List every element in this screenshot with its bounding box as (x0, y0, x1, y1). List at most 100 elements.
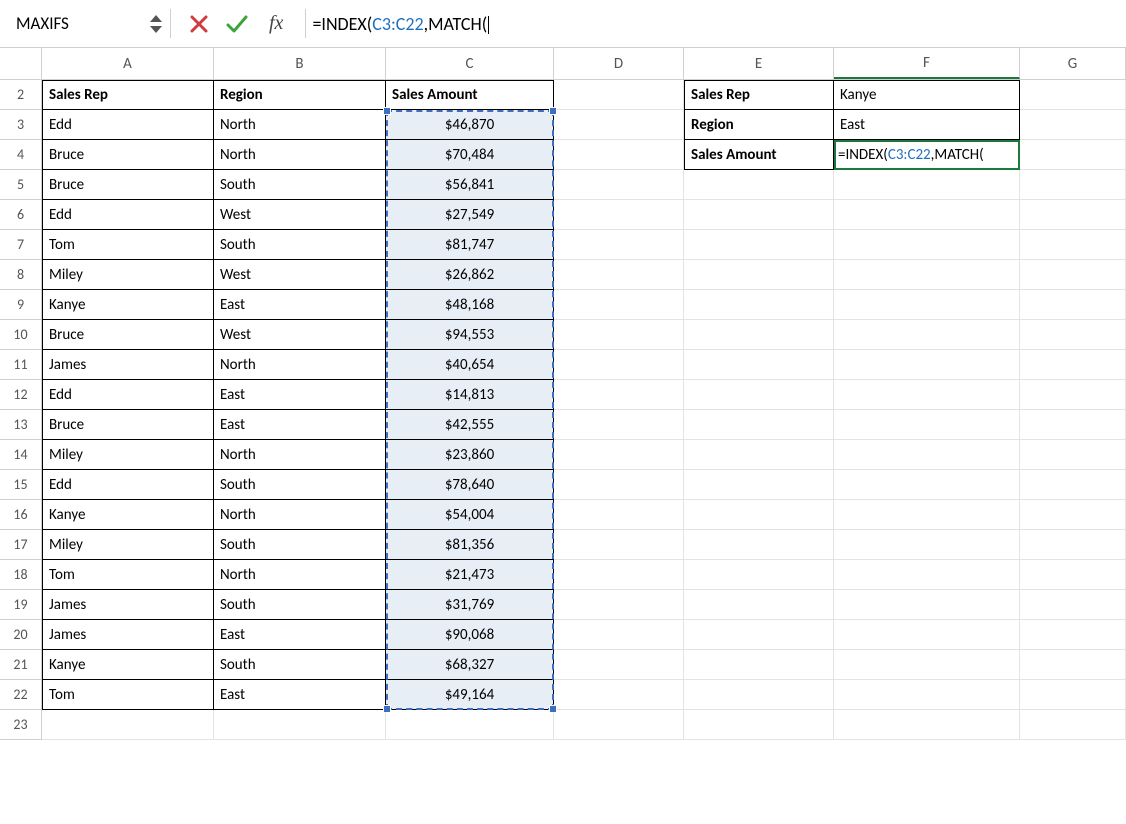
cell-C10[interactable]: $94,553 (386, 320, 554, 350)
cell-E4[interactable]: Sales Amount (684, 140, 834, 170)
cell-G17[interactable] (1020, 530, 1126, 560)
cell-F4[interactable] (834, 140, 1020, 170)
cell-A21[interactable]: Kanye (42, 650, 214, 680)
cell-F13[interactable] (834, 410, 1020, 440)
row-header-8[interactable]: 8 (0, 260, 42, 290)
cell-E20[interactable] (684, 620, 834, 650)
cell-D20[interactable] (554, 620, 684, 650)
cell-B13[interactable]: East (214, 410, 386, 440)
cell-B6[interactable]: West (214, 200, 386, 230)
cell-F11[interactable] (834, 350, 1020, 380)
cell-E21[interactable] (684, 650, 834, 680)
cell-B7[interactable]: South (214, 230, 386, 260)
cell-E11[interactable] (684, 350, 834, 380)
cell-G6[interactable] (1020, 200, 1126, 230)
cell-B17[interactable]: South (214, 530, 386, 560)
row-header-13[interactable]: 13 (0, 410, 42, 440)
row-header-4[interactable]: 4 (0, 140, 42, 170)
col-header-A[interactable]: A (42, 48, 214, 79)
cell-A6[interactable]: Edd (42, 200, 214, 230)
cell-E7[interactable] (684, 230, 834, 260)
fx-button[interactable]: fx (261, 12, 291, 35)
cell-G9[interactable] (1020, 290, 1126, 320)
cell-C5[interactable]: $56,841 (386, 170, 554, 200)
cell-F7[interactable] (834, 230, 1020, 260)
cell-F12[interactable] (834, 380, 1020, 410)
cell-G20[interactable] (1020, 620, 1126, 650)
cell-C19[interactable]: $31,769 (386, 590, 554, 620)
cell-E5[interactable] (684, 170, 834, 200)
cell-D2[interactable] (554, 80, 684, 110)
cell-D13[interactable] (554, 410, 684, 440)
cancel-button[interactable] (185, 10, 213, 38)
cell-D3[interactable] (554, 110, 684, 140)
cell-F17[interactable] (834, 530, 1020, 560)
cell-A16[interactable]: Kanye (42, 500, 214, 530)
spinner-down-icon[interactable] (150, 26, 162, 33)
cell-C2[interactable]: Sales Amount (386, 80, 554, 110)
col-header-D[interactable]: D (554, 48, 684, 79)
col-header-C[interactable]: C (386, 48, 554, 79)
row-header-12[interactable]: 12 (0, 380, 42, 410)
cell-C12[interactable]: $14,813 (386, 380, 554, 410)
cell-D16[interactable] (554, 500, 684, 530)
row-header-3[interactable]: 3 (0, 110, 42, 140)
row-header-2[interactable]: 2 (0, 80, 42, 110)
cell-B2[interactable]: Region (214, 80, 386, 110)
row-header-18[interactable]: 18 (0, 560, 42, 590)
row-header-14[interactable]: 14 (0, 440, 42, 470)
cell-G15[interactable] (1020, 470, 1126, 500)
cell-C15[interactable]: $78,640 (386, 470, 554, 500)
row-header-5[interactable]: 5 (0, 170, 42, 200)
cell-D18[interactable] (554, 560, 684, 590)
cell-E14[interactable] (684, 440, 834, 470)
cell-E18[interactable] (684, 560, 834, 590)
cell-G2[interactable] (1020, 80, 1126, 110)
cell-A10[interactable]: Bruce (42, 320, 214, 350)
cell-A5[interactable]: Bruce (42, 170, 214, 200)
cell-F20[interactable] (834, 620, 1020, 650)
cell-B4[interactable]: North (214, 140, 386, 170)
cell-G10[interactable] (1020, 320, 1126, 350)
cell-A2[interactable]: Sales Rep (42, 80, 214, 110)
cell-E12[interactable] (684, 380, 834, 410)
cell-F16[interactable] (834, 500, 1020, 530)
cell-G16[interactable] (1020, 500, 1126, 530)
cell-G21[interactable] (1020, 650, 1126, 680)
row-header-21[interactable]: 21 (0, 650, 42, 680)
cell-G18[interactable] (1020, 560, 1126, 590)
cell-B9[interactable]: East (214, 290, 386, 320)
cell-G8[interactable] (1020, 260, 1126, 290)
cell-B23[interactable] (214, 710, 386, 740)
select-all-corner[interactable] (0, 48, 42, 79)
cell-G13[interactable] (1020, 410, 1126, 440)
cell-A9[interactable]: Kanye (42, 290, 214, 320)
cell-G14[interactable] (1020, 440, 1126, 470)
cell-D12[interactable] (554, 380, 684, 410)
cell-B3[interactable]: North (214, 110, 386, 140)
cell-D14[interactable] (554, 440, 684, 470)
cell-A11[interactable]: James (42, 350, 214, 380)
name-box-spinner[interactable] (148, 6, 164, 41)
row-header-15[interactable]: 15 (0, 470, 42, 500)
cell-A7[interactable]: Tom (42, 230, 214, 260)
cell-D5[interactable] (554, 170, 684, 200)
cell-B8[interactable]: West (214, 260, 386, 290)
cell-D19[interactable] (554, 590, 684, 620)
cell-B14[interactable]: North (214, 440, 386, 470)
row-header-17[interactable]: 17 (0, 530, 42, 560)
cell-G3[interactable] (1020, 110, 1126, 140)
cell-B18[interactable]: North (214, 560, 386, 590)
cell-A19[interactable]: James (42, 590, 214, 620)
cell-E19[interactable] (684, 590, 834, 620)
cell-E8[interactable] (684, 260, 834, 290)
cell-A20[interactable]: James (42, 620, 214, 650)
row-header-23[interactable]: 23 (0, 710, 42, 740)
cell-F15[interactable] (834, 470, 1020, 500)
accept-button[interactable] (223, 10, 251, 38)
cell-C7[interactable]: $81,747 (386, 230, 554, 260)
cell-F23[interactable] (834, 710, 1020, 740)
cell-E22[interactable] (684, 680, 834, 710)
name-box[interactable]: MAXIFS (8, 6, 144, 41)
cell-F3[interactable]: East (834, 110, 1020, 140)
